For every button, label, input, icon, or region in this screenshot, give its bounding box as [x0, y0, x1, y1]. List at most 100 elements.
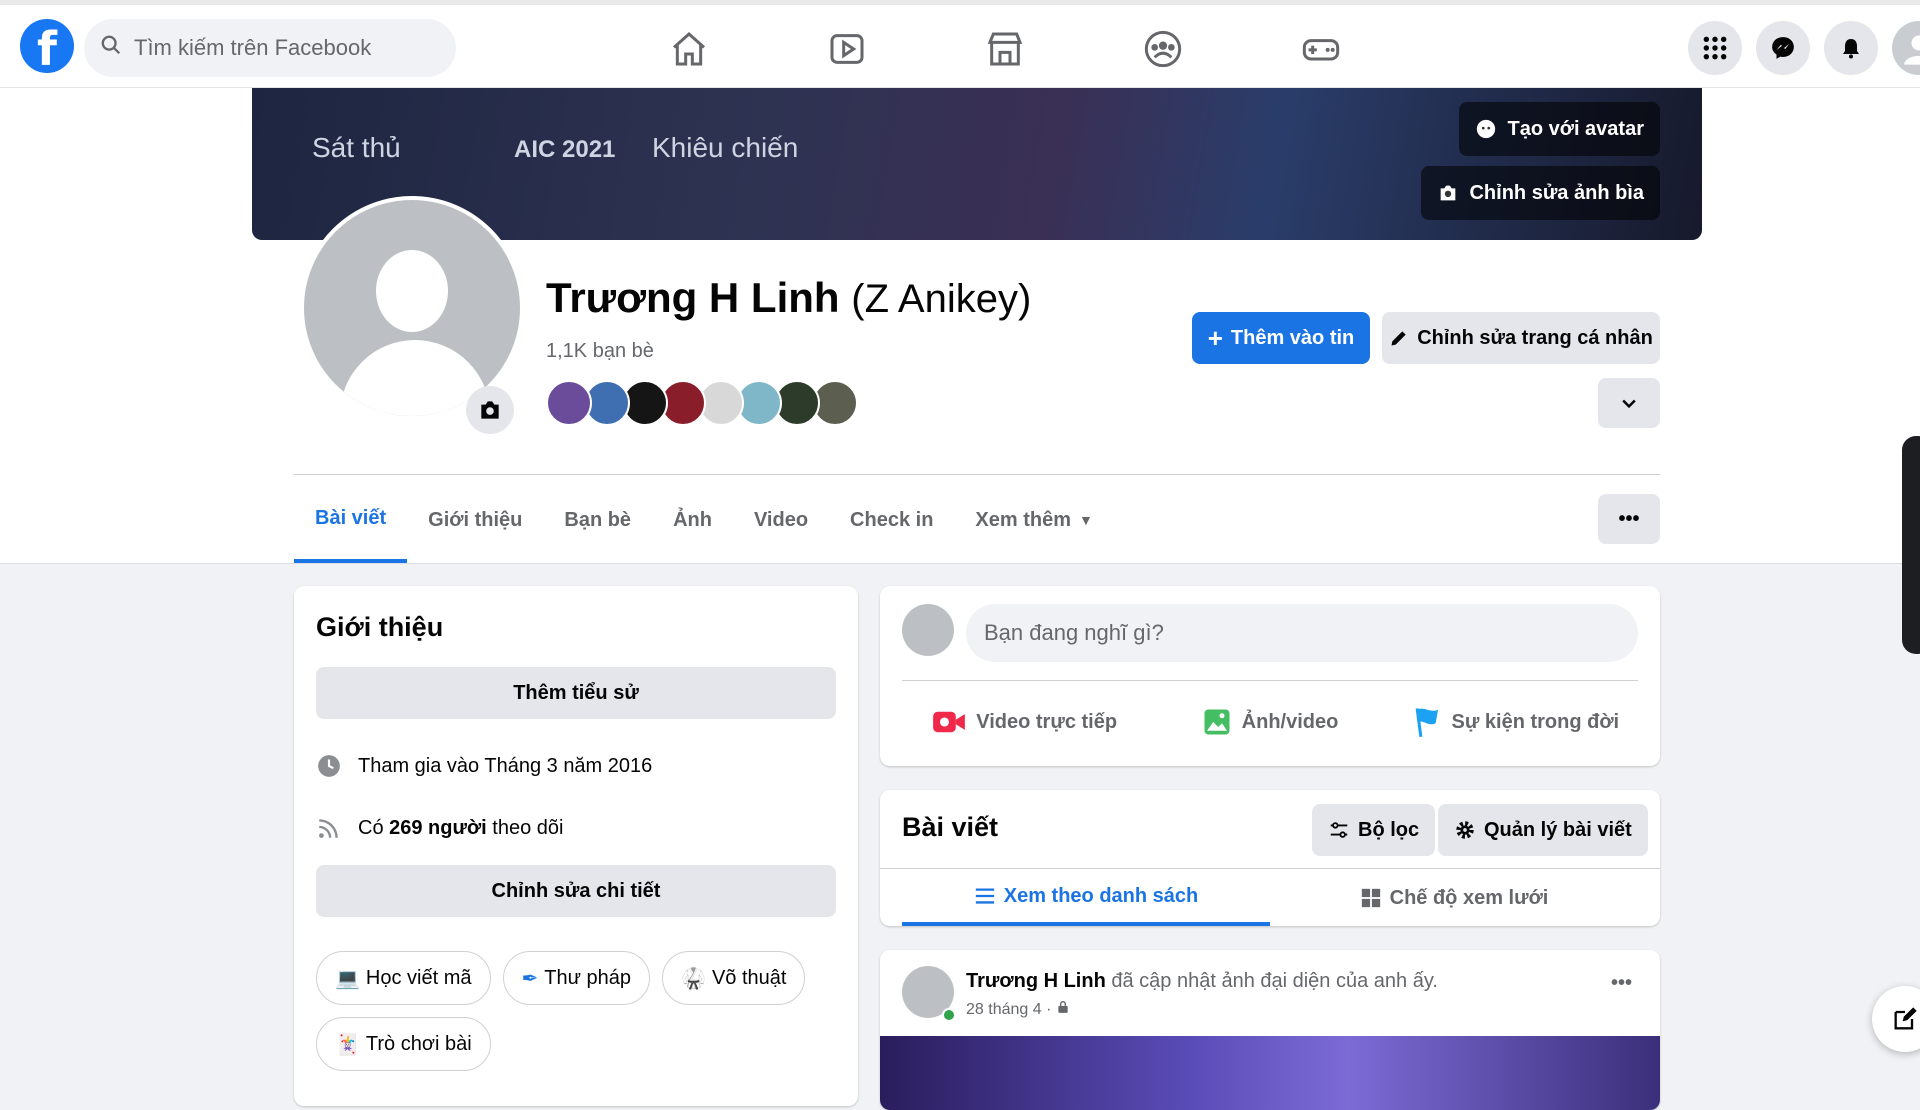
profile-tabs: Bài viết Giới thiệu Bạn bè Ảnh Video Che…: [294, 477, 1114, 563]
post-image[interactable]: [880, 1036, 1660, 1110]
sliders-icon: [1328, 819, 1350, 841]
lock-icon[interactable]: [1056, 1000, 1070, 1014]
followers-prefix: Có: [358, 817, 389, 839]
home-icon: [669, 29, 709, 69]
notifications-button[interactable]: [1824, 21, 1878, 75]
marketplace-nav-button[interactable]: [926, 23, 1084, 75]
tab-posts[interactable]: Bài viết: [294, 477, 407, 563]
manage-posts-button[interactable]: Quản lý bài viết: [1438, 804, 1648, 856]
watch-nav-button[interactable]: [768, 23, 926, 75]
posts-title: Bài viết: [902, 812, 998, 843]
list-icon: [974, 886, 996, 906]
search-box[interactable]: Tìm kiếm trên Facebook: [84, 19, 456, 77]
store-icon: [985, 29, 1025, 69]
followers-suffix: theo dõi: [487, 817, 564, 839]
search-input[interactable]: Tìm kiếm trên Facebook: [134, 35, 371, 61]
cover-text-event: AIC 2021: [514, 136, 615, 164]
create-avatar-button[interactable]: Tạo với avatar: [1459, 102, 1660, 156]
tab-videos[interactable]: Video: [733, 477, 829, 563]
life-event-button[interactable]: Sự kiện trong đời: [1393, 690, 1638, 754]
messenger-button[interactable]: [1756, 21, 1810, 75]
followers-count[interactable]: 269 người: [389, 817, 487, 839]
update-profile-picture-button[interactable]: [466, 386, 514, 434]
profile-options-dropdown[interactable]: [1598, 378, 1660, 428]
facebook-logo[interactable]: f: [20, 19, 74, 73]
composer-divider: [902, 680, 1638, 681]
groups-icon: [1143, 29, 1183, 69]
hobby-coding[interactable]: 💻 Học viết mã: [316, 951, 491, 1005]
gear-icon: [1454, 819, 1476, 841]
friend-avatars: [546, 380, 850, 426]
add-to-story-button[interactable]: + Thêm vào tin: [1192, 312, 1370, 364]
post-author-name[interactable]: Trương H Linh: [966, 970, 1106, 992]
joined-text: Tham gia vào Tháng 3 năm 2016: [358, 755, 652, 778]
martial-arts-icon: 🥋: [681, 966, 706, 991]
edit-cover-label: Chỉnh sửa ảnh bìa: [1469, 182, 1644, 205]
header-divider: [294, 474, 1660, 475]
hobby-martial-arts[interactable]: 🥋 Võ thuật: [662, 951, 805, 1005]
account-avatar[interactable]: [1892, 21, 1920, 75]
video-play-icon: [827, 29, 867, 69]
hobby-label: Trò chơi bài: [366, 1033, 472, 1056]
menu-button[interactable]: [1688, 21, 1742, 75]
home-nav-button[interactable]: [610, 23, 768, 75]
rss-icon: [316, 815, 342, 841]
profile-header: Sát thủ AIC 2021 Khiêu chiến Tạo với ava…: [0, 88, 1920, 564]
user-icon: [1899, 28, 1920, 68]
hobby-card-games[interactable]: 🃏 Trò chơi bài: [316, 1017, 491, 1071]
pencil-icon: [1389, 328, 1409, 348]
edit-details-button[interactable]: Chỉnh sửa chi tiết: [316, 865, 836, 917]
side-panel-edge[interactable]: [1902, 436, 1920, 654]
compose-icon: [1891, 1005, 1919, 1033]
gamepad-icon: [1301, 29, 1341, 69]
posts-header-card: Bài viết Bộ lọc Quản lý bài viết Xem the…: [880, 790, 1660, 926]
tab-more-label: Xem thêm: [975, 509, 1071, 532]
tab-about[interactable]: Giới thiệu: [407, 477, 543, 563]
edit-profile-button[interactable]: Chỉnh sửa trang cá nhân: [1382, 312, 1660, 364]
grid-menu-icon: [1702, 35, 1728, 61]
post-action-text: đã cập nhật ảnh đại diện của anh ấy.: [1106, 970, 1438, 992]
photo-video-button[interactable]: Ảnh/video: [1147, 690, 1392, 754]
avatar-icon: [1475, 118, 1497, 140]
add-bio-button[interactable]: Thêm tiểu sử: [316, 667, 836, 719]
live-video-icon: [932, 708, 966, 736]
hobby-calligraphy[interactable]: ✒ Thư pháp: [503, 951, 651, 1005]
gaming-nav-button[interactable]: [1242, 23, 1400, 75]
cover-text-skin: Khiêu chiến: [652, 132, 798, 164]
groups-nav-button[interactable]: [1084, 23, 1242, 75]
friend-count[interactable]: 1,1K bạn bè: [546, 340, 654, 363]
filter-label: Bộ lọc: [1358, 819, 1419, 842]
post-date[interactable]: 28 tháng 4 ·: [966, 1001, 1051, 1018]
main-nav: [610, 23, 1400, 75]
tab-more[interactable]: Xem thêm ▼: [954, 477, 1113, 563]
camera-icon: [1437, 182, 1459, 204]
cover-text-role: Sát thủ: [312, 132, 401, 164]
followers-info: Có 269 người theo dõi: [316, 815, 836, 841]
list-view-tab[interactable]: Xem theo danh sách: [902, 870, 1270, 926]
tab-photos[interactable]: Ảnh: [652, 477, 733, 563]
edit-cover-button[interactable]: Chỉnh sửa ảnh bìa: [1421, 166, 1660, 220]
grid-view-tab[interactable]: Chế độ xem lưới: [1270, 870, 1638, 926]
alternate-name: (Z Anikey): [851, 277, 1031, 321]
composer-actions: Video trực tiếp Ảnh/video Sự kiện trong …: [902, 690, 1638, 754]
composer-avatar[interactable]: [902, 604, 954, 656]
messenger-icon: [1770, 35, 1796, 61]
pen-icon: ✒: [522, 966, 539, 991]
caret-down-icon: ▼: [1079, 512, 1093, 528]
new-message-button[interactable]: [1872, 986, 1920, 1052]
account-controls: [1688, 21, 1920, 75]
post-headline: Trương H Linh đã cập nhật ảnh đại diện c…: [966, 970, 1438, 993]
top-navigation-bar: f Tìm kiếm trên Facebook: [0, 0, 1920, 88]
edit-profile-label: Chỉnh sửa trang cá nhân: [1417, 327, 1653, 350]
post-options-button[interactable]: •••: [1611, 972, 1632, 995]
tab-check-ins[interactable]: Check in: [829, 477, 954, 563]
live-video-button[interactable]: Video trực tiếp: [902, 690, 1147, 754]
filter-button[interactable]: Bộ lọc: [1312, 804, 1435, 856]
tab-friends[interactable]: Bạn bè: [543, 477, 652, 563]
more-options-button[interactable]: •••: [1598, 494, 1660, 544]
photo-icon: [1202, 707, 1232, 737]
composer-input[interactable]: Bạn đang nghĩ gì?: [966, 604, 1638, 662]
post-meta: 28 tháng 4 ·: [966, 1000, 1070, 1019]
friend-avatar[interactable]: [546, 380, 592, 426]
life-event-label: Sự kiện trong đời: [1452, 711, 1620, 734]
